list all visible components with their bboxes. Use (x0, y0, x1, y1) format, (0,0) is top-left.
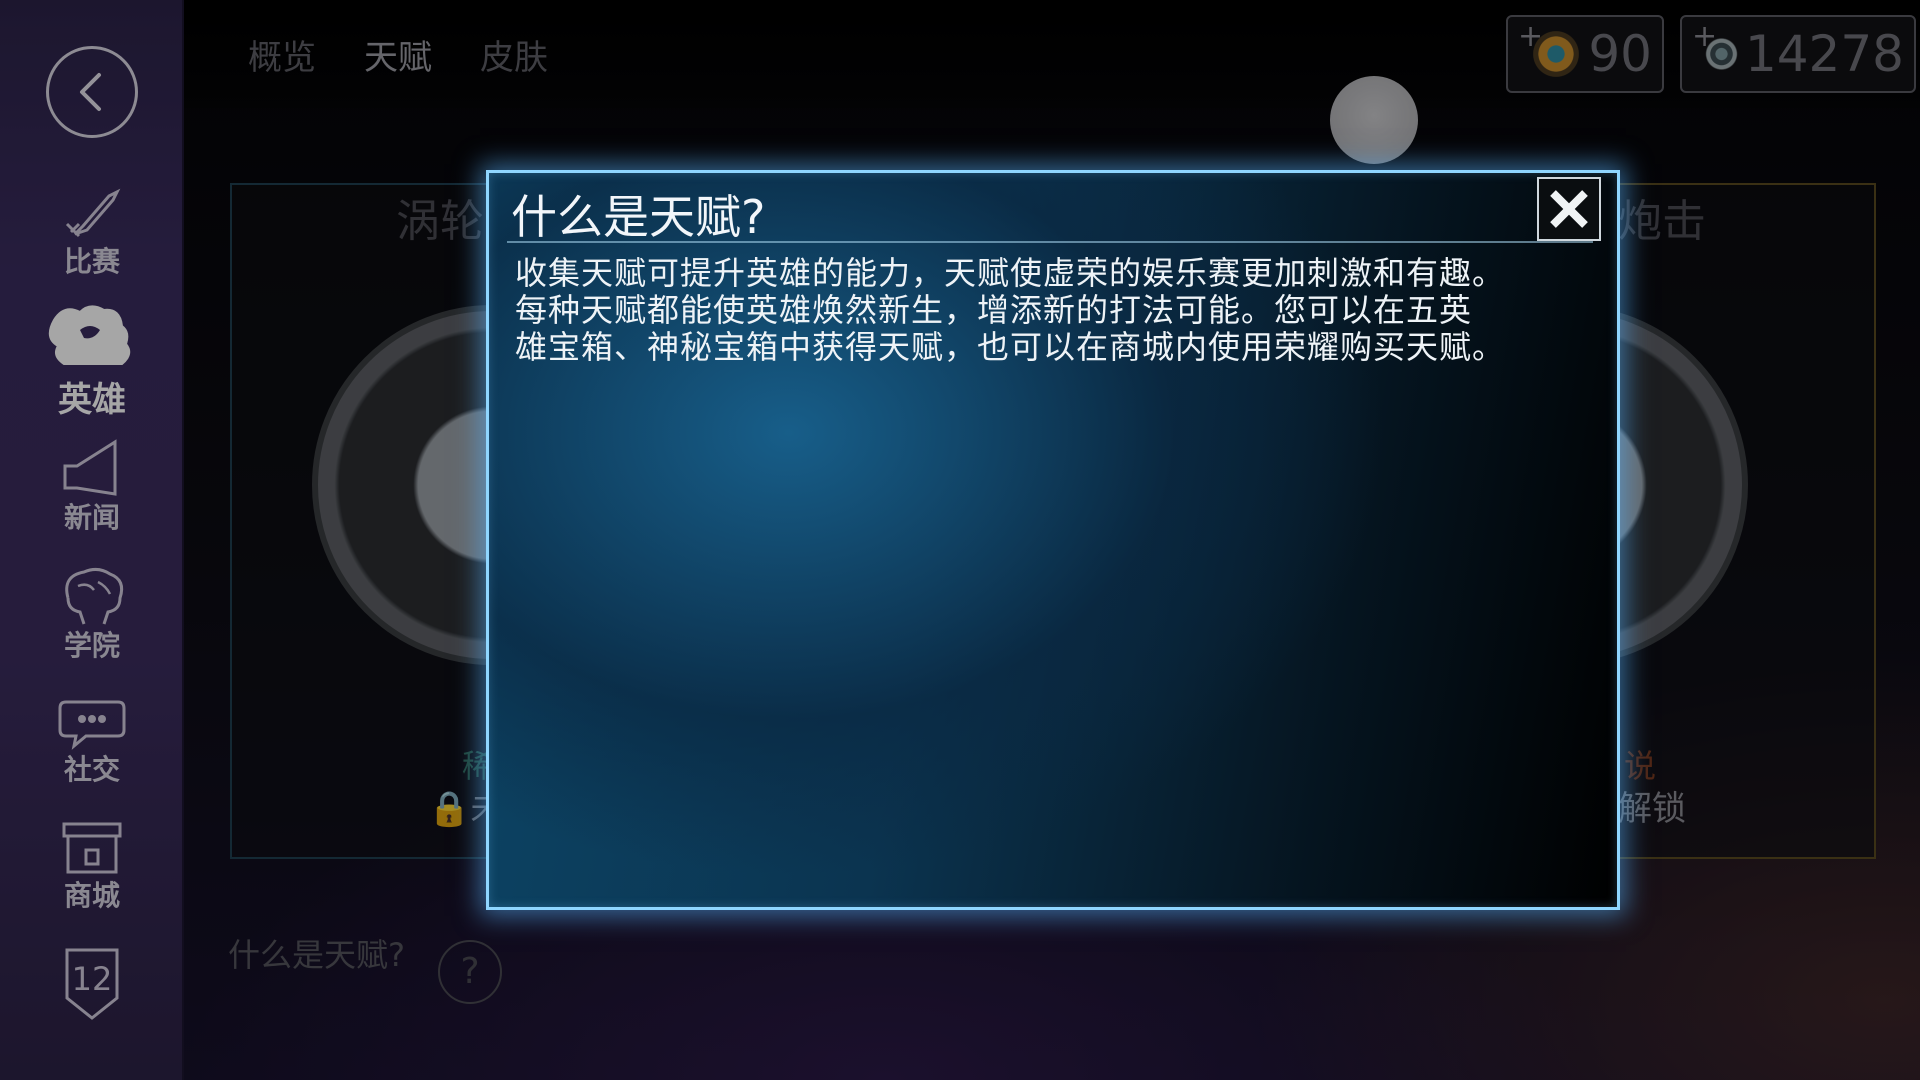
dialog-text-line: 收集天赋可提升英雄的能力，天赋使虚荣的娱乐赛更加刺激和有趣。 (515, 254, 1506, 292)
dialog-body: 收集天赋可提升英雄的能力，天赋使虚荣的娱乐赛更加刺激和有趣。 每种天赋都能使英雄… (515, 255, 1605, 366)
dialog-header: 什么是天赋? (507, 173, 1593, 244)
dialog-text-line: 雄宝箱、神秘宝箱中获得天赋，也可以在商城内使用荣耀购买天赋。 (515, 328, 1506, 366)
close-button[interactable] (1537, 177, 1601, 241)
close-icon (1550, 190, 1588, 228)
talent-info-dialog: 什么是天赋? 收集天赋可提升英雄的能力，天赋使虚荣的娱乐赛更加刺激和有趣。 每种… (486, 170, 1620, 910)
dialog-text-line: 每种天赋都能使英雄焕然新生，增添新的打法可能。您可以在五英 (515, 291, 1473, 329)
dialog-title: 什么是天赋? (511, 190, 766, 244)
